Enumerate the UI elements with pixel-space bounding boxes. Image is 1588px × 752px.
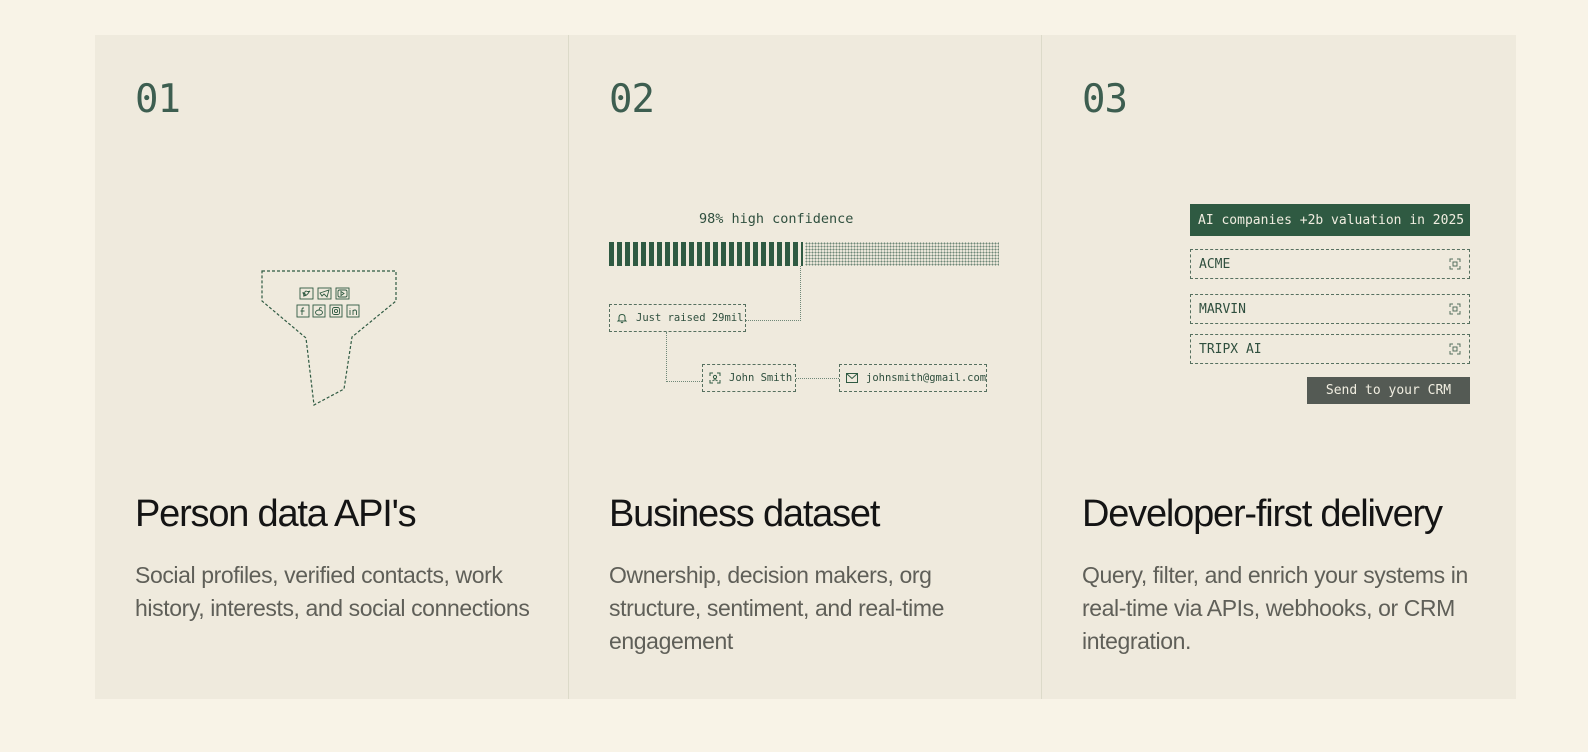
confidence-bar [609,242,999,266]
feature-card-business-dataset: 02 98% high confidence Just raised 29mil… [568,35,1041,699]
crm-result-label: ACME [1199,256,1231,272]
crm-result-label: MARVIN [1199,301,1246,317]
feature-title: Developer-first delivery [1082,493,1443,535]
facebook-icon [296,304,310,318]
crm-result-row[interactable]: MARVIN [1190,294,1470,324]
person-tag: John Smith [702,364,796,392]
event-tag: Just raised 29mil [609,304,746,332]
crm-result-label: TRIPX AI [1199,341,1262,357]
email-tag: johnsmith@gmail.com [839,364,987,392]
reddit-icon [312,304,326,318]
send-to-crm-button[interactable]: Send to your CRM [1307,377,1470,404]
feature-number: 01 [135,77,181,122]
feature-card-person-data: 01 Person data API's Social profiles, ve… [95,35,567,699]
crm-query-header: AI companies +2b valuation in 2025 [1190,204,1470,236]
connector-line [746,320,801,321]
feature-description: Social profiles, verified contacts, work… [135,562,530,621]
instagram-icon [329,304,343,318]
person-tag-label: John Smith [729,372,793,384]
feature-description: Ownership, decision makers, org structur… [609,562,944,654]
confidence-bar-empty [805,242,999,266]
scan-icon [1449,343,1461,355]
youtube-icon [335,287,350,300]
confidence-bar-filled [609,242,803,266]
crm-result-row[interactable]: ACME [1190,249,1470,279]
feature-title: Person data API's [135,493,417,535]
feature-number: 02 [609,77,655,122]
scan-icon [1449,258,1461,270]
email-tag-label: johnsmith@gmail.com [866,372,987,384]
features-panel: 01 Person data API's Social profiles, ve… [95,35,1516,699]
scan-icon [1449,303,1461,315]
scan-face-icon [709,372,721,384]
linkedin-icon [346,304,360,318]
connector-line [796,378,839,379]
funnel-illustration [261,270,397,406]
event-tag-label: Just raised 29mil [636,312,744,324]
feature-description: Query, filter, and enrich your systems i… [1082,562,1468,654]
crm-query-label: AI companies +2b valuation in 2025 [1198,212,1465,228]
mail-icon [846,373,858,383]
feature-title: Business dataset [609,493,880,535]
crm-result-row[interactable]: TRIPX AI [1190,334,1470,364]
confidence-label: 98% high confidence [699,211,854,227]
feature-card-developer-delivery: 03 AI companies +2b valuation in 2025 AC… [1041,35,1517,699]
twitter-icon [299,287,314,300]
connector-line [666,332,667,382]
connector-line [666,381,702,382]
feature-number: 03 [1082,77,1128,122]
connector-line [800,266,801,321]
bell-icon [616,313,628,324]
telegram-icon [317,287,332,300]
